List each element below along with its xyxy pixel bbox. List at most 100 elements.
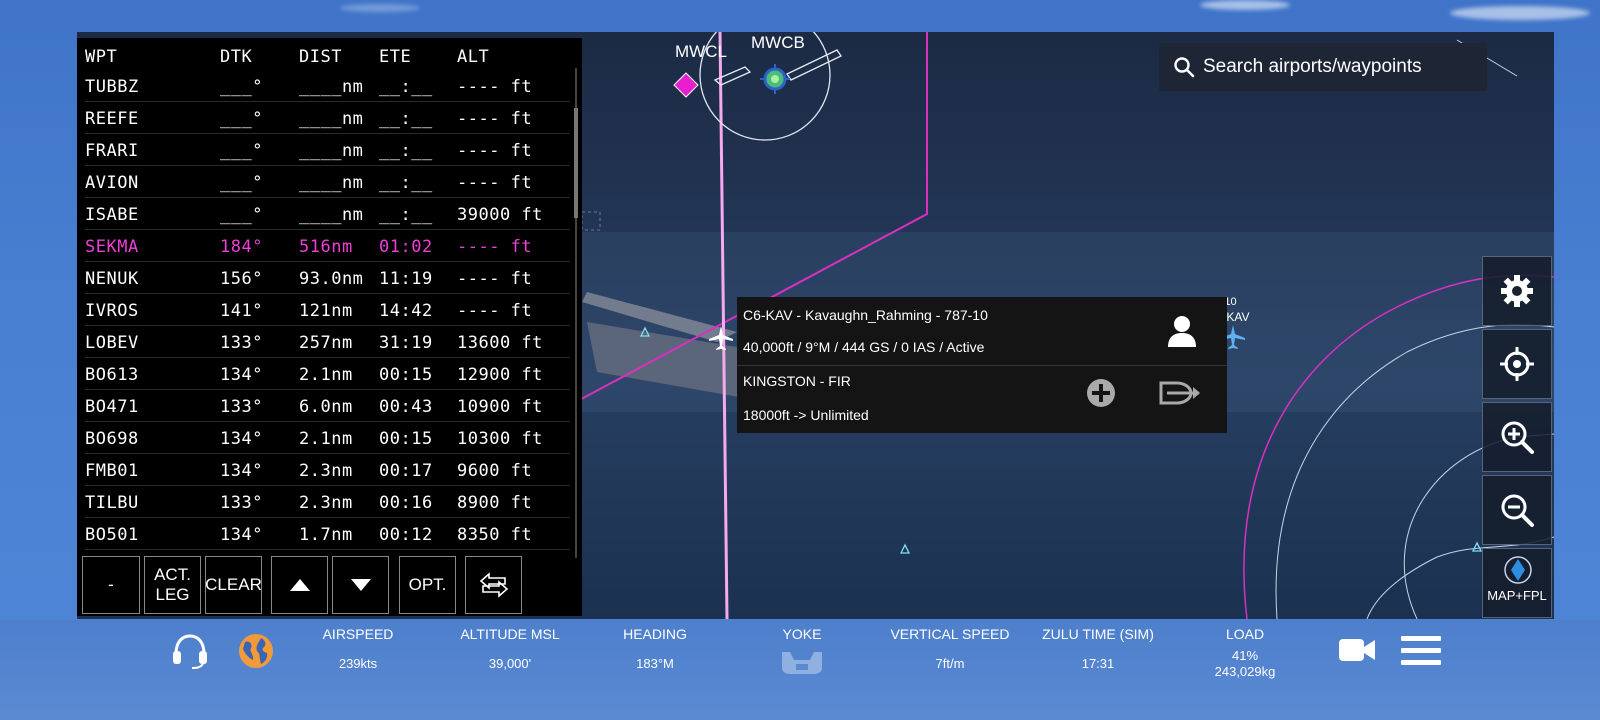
map-fpl-toggle-button[interactable]: MAP+FPL [1482,548,1552,618]
move-up-button[interactable] [271,556,328,614]
row-dist: 6.0nm [299,397,353,417]
row-wpt: SEKMA [85,237,139,257]
column-header-wpt: WPT [85,47,118,67]
airport-marker-mwcl[interactable] [673,72,699,98]
row-dtk: 134° [220,461,263,481]
zulu-time-stat: ZULU TIME (SIM) 17:31 [1042,626,1154,671]
load-weight: 243,029kg [1214,664,1276,679]
row-dtk: 133° [220,493,263,513]
vertical-speed-stat: VERTICAL SPEED 7ft/m [890,626,1010,671]
crosshair-icon [1500,347,1534,381]
row-alt: ---- ft [457,109,533,129]
reverse-route-button[interactable] [465,556,522,614]
airspace-name: KINGSTON - FIR [743,373,851,389]
airport-marker-mwcb[interactable] [760,64,790,94]
bottom-status-bar: AIRSPEED 239kts ALTITUDE MSL 39,000' HEA… [0,620,1600,720]
heading-value: 183°M [636,656,674,671]
hamburger-menu-icon[interactable] [1401,634,1441,668]
row-wpt: FMB01 [85,461,139,481]
row-dtk: 133° [220,397,263,417]
row-alt: 12900 ft [457,365,543,385]
flight-plan-row[interactable]: NENUK 156° 93.0nm 11:19 ---- ft [85,262,570,294]
airspeed-value: 239kts [338,656,378,671]
flight-plan-row[interactable]: BO471 133° 6.0nm 00:43 10900 ft [85,390,570,422]
flight-plan-row[interactable]: ISABE ___° ____nm __:__ 39000 ft [85,198,570,230]
row-dtk: 141° [220,301,263,321]
row-ete: __:__ [379,141,433,161]
row-ete: 00:12 [379,525,433,545]
flight-plan-row[interactable]: AVION ___° ____nm __:__ ---- ft [85,166,570,198]
active-leg-button[interactable]: ACT. LEG [144,556,201,614]
row-dtk: ___° [220,77,263,97]
row-wpt: NENUK [85,269,139,289]
row-dist: 93.0nm [299,269,364,289]
heading-stat: HEADING 183°M [615,626,695,671]
row-dist: 2.3nm [299,461,353,481]
row-dtk: 134° [220,525,263,545]
row-alt: 10300 ft [457,429,543,449]
flight-plan-row[interactable]: BO613 134° 2.1nm 00:15 12900 ft [85,358,570,390]
flight-plan-row[interactable]: BO501 134° 1.7nm 00:12 8350 ft [85,518,570,550]
row-alt: 13600 ft [457,333,543,353]
row-ete: 00:15 [379,365,433,385]
options-button[interactable]: OPT. [399,556,456,614]
add-circle-icon[interactable] [1085,377,1117,409]
column-header-dist: DIST [299,47,342,67]
row-wpt: BO698 [85,429,139,449]
row-alt: 8350 ft [457,525,533,545]
settings-button[interactable] [1482,256,1552,326]
airspeed-stat: AIRSPEED 239kts [318,626,398,671]
minus-button[interactable]: - [82,556,140,614]
center-on-aircraft-button[interactable] [1482,329,1552,399]
column-header-dtk: DTK [220,47,253,67]
search-box[interactable]: Search airports/waypoints [1159,43,1487,91]
airspeed-title: AIRSPEED [322,626,394,642]
flight-plan-scrollbar-thumb[interactable] [574,108,578,218]
flight-plan-row[interactable]: REEFE ___° ____nm __:__ ---- ft [85,102,570,134]
row-ete: __:__ [379,77,433,97]
row-ete: __:__ [379,173,433,193]
row-ete: __:__ [379,205,433,225]
caret-up-icon [289,579,310,591]
zoom-out-button[interactable] [1482,475,1552,545]
headset-icon[interactable] [170,632,210,670]
heading-title: HEADING [623,626,687,642]
move-down-button[interactable] [332,556,389,614]
row-wpt: LOBEV [85,333,139,353]
globe-icon[interactable] [237,632,275,670]
zoom-in-button[interactable] [1482,402,1552,472]
aircraft-info-card[interactable]: C6-KAV - Kavaughn_Rahming - 787-10 40,00… [737,297,1227,433]
caret-down-icon [350,579,371,591]
yoke-title: YOKE [782,626,822,642]
flight-plan-row[interactable]: FRARI ___° ____nm __:__ ---- ft [85,134,570,166]
direct-to-icon[interactable] [1159,379,1201,407]
flight-plan-row[interactable]: BO698 134° 2.1nm 00:15 10300 ft [85,422,570,454]
row-ete: __:__ [379,109,433,129]
flight-plan-row[interactable]: IVROS 141° 121nm 14:42 ---- ft [85,294,570,326]
flight-plan-row-active[interactable]: SEKMA 184° 516nm 01:02 ---- ft [85,230,570,262]
flight-plan-row[interactable]: LOBEV 133° 257nm 31:19 13600 ft [85,326,570,358]
row-wpt: IVROS [85,301,139,321]
row-wpt: BO471 [85,397,139,417]
video-camera-icon[interactable] [1338,634,1376,666]
flight-plan-row[interactable]: FMB01 134° 2.3nm 00:17 9600 ft [85,454,570,486]
yoke-stat[interactable]: YOKE [772,626,832,681]
row-ete: 14:42 [379,301,433,321]
zulu-time-title: ZULU TIME (SIM) [1042,626,1154,642]
cloud [340,4,420,12]
swap-arrows-icon [479,572,508,598]
row-dtk: ___° [220,205,263,225]
flight-plan-row[interactable]: TILBU 133° 2.3nm 00:16 8900 ft [85,486,570,518]
flight-plan-row[interactable]: TUBBZ ___° ____nm __:__ ---- ft [85,70,570,102]
row-wpt: TUBBZ [85,77,139,97]
card-divider [737,365,1227,366]
options-button-label: OPT. [408,575,447,594]
clear-button[interactable]: CLEAR [205,556,262,614]
row-alt: 39000 ft [457,205,543,225]
row-dist: 2.3nm [299,493,353,513]
user-profile-icon[interactable] [1167,314,1197,348]
row-alt: 8900 ft [457,493,533,513]
row-dtk: 134° [220,429,263,449]
yoke-icon [782,652,822,674]
zulu-time-value: 17:31 [1081,656,1115,671]
